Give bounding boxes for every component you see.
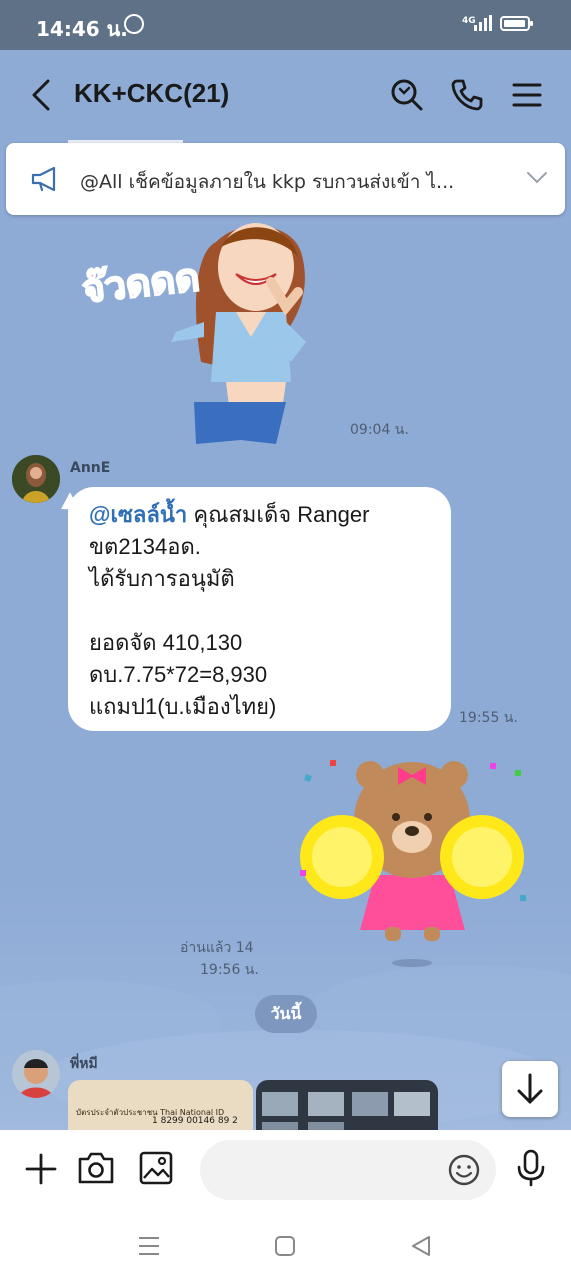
mention-tag[interactable]: @เซลล์น้ำ bbox=[89, 502, 187, 527]
message-time: 09:04 น. bbox=[350, 422, 409, 438]
status-time: 14:46 น. bbox=[36, 17, 128, 41]
avatar[interactable] bbox=[12, 1050, 60, 1098]
message-input[interactable] bbox=[200, 1140, 496, 1200]
announcement-text: @All เช็คข้อมูลภายใน kkp รบกวนส่งเข้า ไ.… bbox=[80, 171, 455, 193]
message-line: ขต2134อด. bbox=[89, 534, 201, 559]
sticker-bear-image bbox=[300, 760, 526, 967]
microphone-icon[interactable] bbox=[516, 1149, 546, 1187]
megaphone-icon bbox=[31, 166, 56, 192]
sticker-girl[interactable]: จ๊วดดด bbox=[76, 212, 336, 444]
phone-icon[interactable] bbox=[448, 76, 486, 114]
message-line: ได้รับการอนุมัติ bbox=[89, 566, 235, 591]
message-time: 19:55 น. bbox=[459, 710, 518, 726]
image-icon[interactable] bbox=[138, 1150, 174, 1186]
car-photos-image bbox=[262, 1092, 430, 1130]
sticker-caption: จ๊วดดด bbox=[79, 254, 203, 312]
recent-apps-icon[interactable] bbox=[137, 1235, 161, 1257]
message-line: ดบ.7.75*72=8,930 bbox=[89, 662, 268, 687]
emoji-icon[interactable] bbox=[448, 1154, 480, 1186]
message-line: แถมป1(บ.เมืองไทย) bbox=[89, 694, 277, 719]
read-receipt: อ่านแล้ว 14 bbox=[180, 940, 254, 956]
id-card-photo[interactable]: บัตรประจำตัวประชาชน Thai National ID 1 8… bbox=[68, 1080, 253, 1130]
message-line: ยอดจัด 410,130 bbox=[89, 630, 243, 655]
menu-icon[interactable] bbox=[508, 76, 546, 114]
date-divider: วันนี้ bbox=[255, 995, 317, 1033]
message-line: คุณสมเด็จ Ranger bbox=[187, 502, 370, 527]
camera-icon[interactable] bbox=[77, 1150, 115, 1186]
plus-icon[interactable] bbox=[24, 1152, 58, 1186]
sender-name: พี่หมี bbox=[70, 1056, 98, 1072]
sticker-girl-image bbox=[171, 223, 306, 444]
avatar[interactable] bbox=[12, 455, 60, 503]
back-arrow-icon[interactable] bbox=[24, 75, 64, 115]
nav-back-icon[interactable] bbox=[410, 1235, 432, 1257]
signal-icon bbox=[474, 15, 492, 31]
id-card-number: 1 8299 00146 89 2 bbox=[152, 1116, 238, 1126]
chat-header: KK+CKC(21) bbox=[0, 50, 571, 140]
message-input-bar bbox=[0, 1130, 571, 1215]
scroll-to-bottom-button[interactable] bbox=[502, 1061, 558, 1117]
chevron-down-icon[interactable] bbox=[526, 171, 548, 185]
message-text: @เซลล์น้ำ คุณสมเด็จ Ranger ขต2134อด. ได้… bbox=[89, 499, 369, 723]
announcement-banner[interactable]: @All เช็คข้อมูลภายใน kkp รบกวนส่งเข้า ไ.… bbox=[6, 143, 565, 215]
chat-title[interactable]: KK+CKC(21) bbox=[74, 78, 229, 109]
status-bar: 14:46 น. 4G bbox=[0, 0, 571, 50]
car-photos[interactable] bbox=[256, 1080, 438, 1130]
sync-icon bbox=[124, 14, 144, 34]
avatar-image bbox=[12, 455, 60, 503]
sticker-cheer-bear[interactable] bbox=[290, 755, 535, 970]
arrow-down-icon bbox=[517, 1073, 543, 1104]
battery-icon bbox=[500, 16, 533, 31]
message-bubble[interactable]: @เซลล์น้ำ คุณสมเด็จ Ranger ขต2134อด. ได้… bbox=[56, 487, 451, 731]
sender-name: AnnE bbox=[70, 460, 111, 476]
home-icon[interactable] bbox=[274, 1235, 296, 1257]
avatar-image bbox=[12, 1050, 60, 1098]
message-time: 19:56 น. bbox=[200, 962, 259, 978]
system-nav-bar bbox=[0, 1215, 571, 1280]
search-icon[interactable] bbox=[388, 76, 426, 114]
